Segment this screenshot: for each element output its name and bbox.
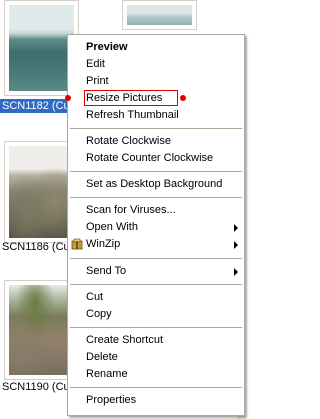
menu-separator — [70, 284, 242, 285]
file-caption-selected[interactable]: SCN1182 (Cus — [0, 99, 75, 113]
file-caption[interactable]: SCN1186 (Cus — [0, 240, 75, 254]
menu-item-rotate-clockwise[interactable]: Rotate Clockwise — [68, 133, 244, 150]
annotation-dot-right — [180, 95, 186, 101]
menu-item-scan-viruses[interactable]: Scan for Viruses... — [68, 202, 244, 219]
menu-item-delete[interactable]: Delete — [68, 349, 244, 366]
photo-sky — [127, 5, 192, 25]
menu-item-rename[interactable]: Rename — [68, 366, 244, 383]
menu-item-rotate-counter-clockwise[interactable]: Rotate Counter Clockwise — [68, 150, 244, 167]
menu-item-edit[interactable]: Edit — [68, 56, 244, 73]
menu-item-winzip[interactable]: WinZip — [68, 236, 244, 253]
menu-separator — [70, 128, 242, 129]
menu-item-preview[interactable]: Preview — [68, 39, 244, 56]
submenu-arrow-icon — [234, 241, 238, 249]
menu-item-properties[interactable]: Properties — [68, 392, 244, 409]
thumbnail-adjacent[interactable] — [122, 0, 197, 30]
menu-separator — [70, 327, 242, 328]
menu-item-label: Open With — [86, 221, 138, 233]
menu-item-send-to[interactable]: Send To — [68, 263, 244, 280]
annotation-dot-left — [65, 95, 71, 101]
submenu-arrow-icon — [234, 224, 238, 232]
file-caption[interactable]: SCN1190 (Cus — [0, 380, 75, 394]
menu-item-cut[interactable]: Cut — [68, 289, 244, 306]
menu-item-label: Send To — [86, 265, 127, 277]
menu-item-set-desktop-background[interactable]: Set as Desktop Background — [68, 176, 244, 193]
menu-item-label: WinZip — [86, 238, 121, 250]
menu-separator — [70, 171, 242, 172]
menu-item-print[interactable]: Print — [68, 73, 244, 90]
menu-item-refresh-thumbnail[interactable]: Refresh Thumbnail — [68, 107, 244, 124]
menu-separator — [70, 387, 242, 388]
submenu-arrow-icon — [234, 268, 238, 276]
photo-rocks — [9, 146, 74, 238]
photo-hillside — [9, 285, 74, 375]
menu-item-copy[interactable]: Copy — [68, 306, 244, 323]
menu-item-create-shortcut[interactable]: Create Shortcut — [68, 332, 244, 349]
context-menu: Preview Edit Print Resize Pictures Refre… — [65, 34, 245, 416]
menu-item-open-with[interactable]: Open With — [68, 219, 244, 236]
photo-lake — [9, 5, 74, 91]
winzip-icon — [71, 238, 83, 250]
menu-separator — [70, 197, 242, 198]
annotation-highlight-box — [84, 90, 178, 106]
menu-separator — [70, 258, 242, 259]
